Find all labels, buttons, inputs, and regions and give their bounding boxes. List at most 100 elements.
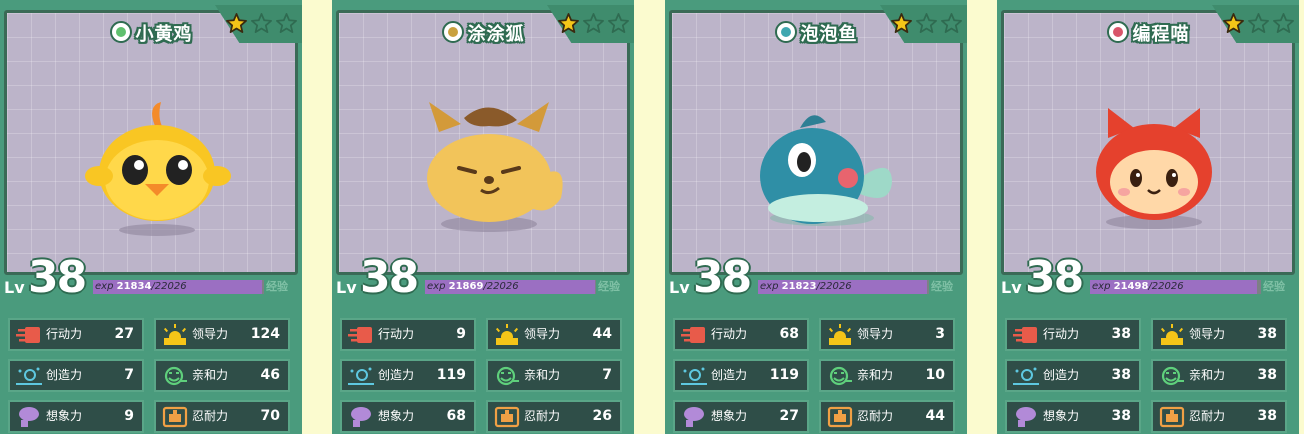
stat-action: 行动力 9 (340, 318, 476, 351)
exp-prefix: exp (95, 281, 114, 292)
stat-value: 119 (769, 367, 799, 383)
exp-bar: exp 21498/22026 (1090, 280, 1261, 294)
stat-label: 亲和力 (1189, 368, 1226, 382)
stat-label: 想象力 (46, 409, 83, 423)
leadership-icon (827, 324, 853, 346)
exp-total: /22026 (1148, 281, 1184, 292)
stat-action: 行动力 38 (1005, 318, 1141, 351)
pet-name: 泡泡鱼 (800, 24, 858, 45)
exp-label: exp 21823/22026 (760, 280, 852, 294)
stat-endurance: 忍耐力 26 (486, 400, 622, 433)
stat-label: 行动力 (46, 327, 83, 341)
stat-value: 9 (124, 408, 134, 424)
creativity-icon (1013, 365, 1039, 387)
stat-leadership: 领导力 124 (154, 318, 290, 351)
stat-value: 68 (446, 408, 466, 424)
stat-label: 忍耐力 (524, 409, 561, 423)
level-number: 38 (28, 252, 87, 303)
stat-label: 想象力 (378, 409, 415, 423)
pet-card[interactable]: 涂涂狐 Lv 38 exp 21869/22026 经验 行动力 9 领导力 44 创造力 119 亲… (332, 0, 634, 434)
exp-bar: exp 21869/22026 (425, 280, 596, 294)
stat-label: 领导力 (1189, 327, 1226, 341)
action-icon (348, 324, 374, 346)
endurance-icon (162, 406, 188, 428)
exp-total: /22026 (816, 281, 852, 292)
stat-imagination: 想象力 27 (673, 400, 809, 433)
pet-name: 涂涂狐 (467, 24, 525, 45)
stat-label: 行动力 (711, 327, 748, 341)
stat-action: 行动力 68 (673, 318, 809, 351)
stat-label: 忍耐力 (857, 409, 894, 423)
exp-label: exp 21498/22026 (1092, 280, 1184, 294)
pet-name-row: 编程喵 (997, 20, 1299, 46)
stat-label: 行动力 (1043, 327, 1080, 341)
exp-total: /22026 (151, 281, 187, 292)
stat-value: 68 (779, 326, 799, 342)
exp-label: exp 21834/22026 (95, 280, 187, 294)
pet-name-row: 涂涂狐 (332, 20, 634, 46)
stat-value: 124 (250, 326, 280, 342)
pet-sprite (77, 98, 237, 238)
earth-mound-icon (441, 21, 464, 43)
creativity-icon (681, 365, 707, 387)
creativity-icon (348, 365, 374, 387)
level-number: 38 (693, 252, 752, 303)
imagination-icon (1013, 406, 1039, 428)
stat-leadership: 领导力 44 (486, 318, 622, 351)
exp-prefix: exp (1092, 281, 1111, 292)
stat-affinity: 亲和力 10 (819, 359, 955, 392)
level-row: Lv 38 exp 21823/22026 经验 (665, 250, 967, 303)
stat-affinity: 亲和力 46 (154, 359, 290, 392)
exp-current: 21498 (1113, 281, 1149, 292)
action-icon (16, 324, 42, 346)
action-icon (681, 324, 707, 346)
stat-value: 119 (436, 367, 466, 383)
pet-name: 编程喵 (1132, 24, 1190, 45)
pet-card[interactable]: 泡泡鱼 Lv 38 exp 21823/22026 经验 行动力 68 领导力 3 创造力 119 亲… (665, 0, 967, 434)
affinity-icon (162, 365, 188, 387)
pet-sprite (742, 98, 902, 238)
stat-value: 9 (456, 326, 466, 342)
stat-leadership: 领导力 38 (1151, 318, 1287, 351)
stat-value: 27 (779, 408, 799, 424)
pet-name-row: 泡泡鱼 (665, 20, 967, 46)
pet-name-row: 小黄鸡 (0, 20, 302, 46)
stat-value: 38 (1257, 408, 1277, 424)
level-row: Lv 38 exp 21834/22026 经验 (0, 250, 302, 303)
stat-label: 创造力 (378, 368, 415, 382)
stat-value: 27 (114, 326, 134, 342)
imagination-icon (681, 406, 707, 428)
stat-label: 创造力 (46, 368, 83, 382)
level-row: Lv 38 exp 21869/22026 经验 (332, 250, 634, 303)
stat-value: 26 (592, 408, 612, 424)
stat-affinity: 亲和力 38 (1151, 359, 1287, 392)
pet-card[interactable]: 编程喵 Lv 38 exp 21498/22026 经验 行动力 38 领导力 38 创造力 38 亲… (997, 0, 1299, 434)
stat-label: 创造力 (1043, 368, 1080, 382)
level-number: 38 (1025, 252, 1084, 303)
exp-total: /22026 (483, 281, 519, 292)
stat-leadership: 领导力 3 (819, 318, 955, 351)
pet-name: 小黄鸡 (135, 24, 193, 45)
stat-creativity: 创造力 38 (1005, 359, 1141, 392)
stat-label: 领导力 (857, 327, 894, 341)
level-prefix: Lv (4, 278, 25, 297)
stat-label: 忍耐力 (192, 409, 229, 423)
stat-affinity: 亲和力 7 (486, 359, 622, 392)
pet-portrait (1001, 10, 1295, 275)
stat-label: 亲和力 (524, 368, 561, 382)
stat-endurance: 忍耐力 38 (1151, 400, 1287, 433)
stat-imagination: 想象力 38 (1005, 400, 1141, 433)
pet-card[interactable]: 小黄鸡 Lv 38 exp 21834/22026 经验 行动力 27 领导力 124 创造力 7 亲… (0, 0, 302, 434)
endurance-icon (494, 406, 520, 428)
stat-imagination: 想象力 9 (8, 400, 144, 433)
exp-word: 经验 (266, 280, 288, 293)
pet-sprite (1074, 98, 1234, 238)
imagination-icon (16, 406, 42, 428)
level-row: Lv 38 exp 21498/22026 经验 (997, 250, 1299, 303)
stat-value: 7 (602, 367, 612, 383)
exp-word: 经验 (598, 280, 620, 293)
stat-value: 38 (1257, 326, 1277, 342)
exp-prefix: exp (760, 281, 779, 292)
exp-prefix: exp (427, 281, 446, 292)
affinity-icon (1159, 365, 1185, 387)
